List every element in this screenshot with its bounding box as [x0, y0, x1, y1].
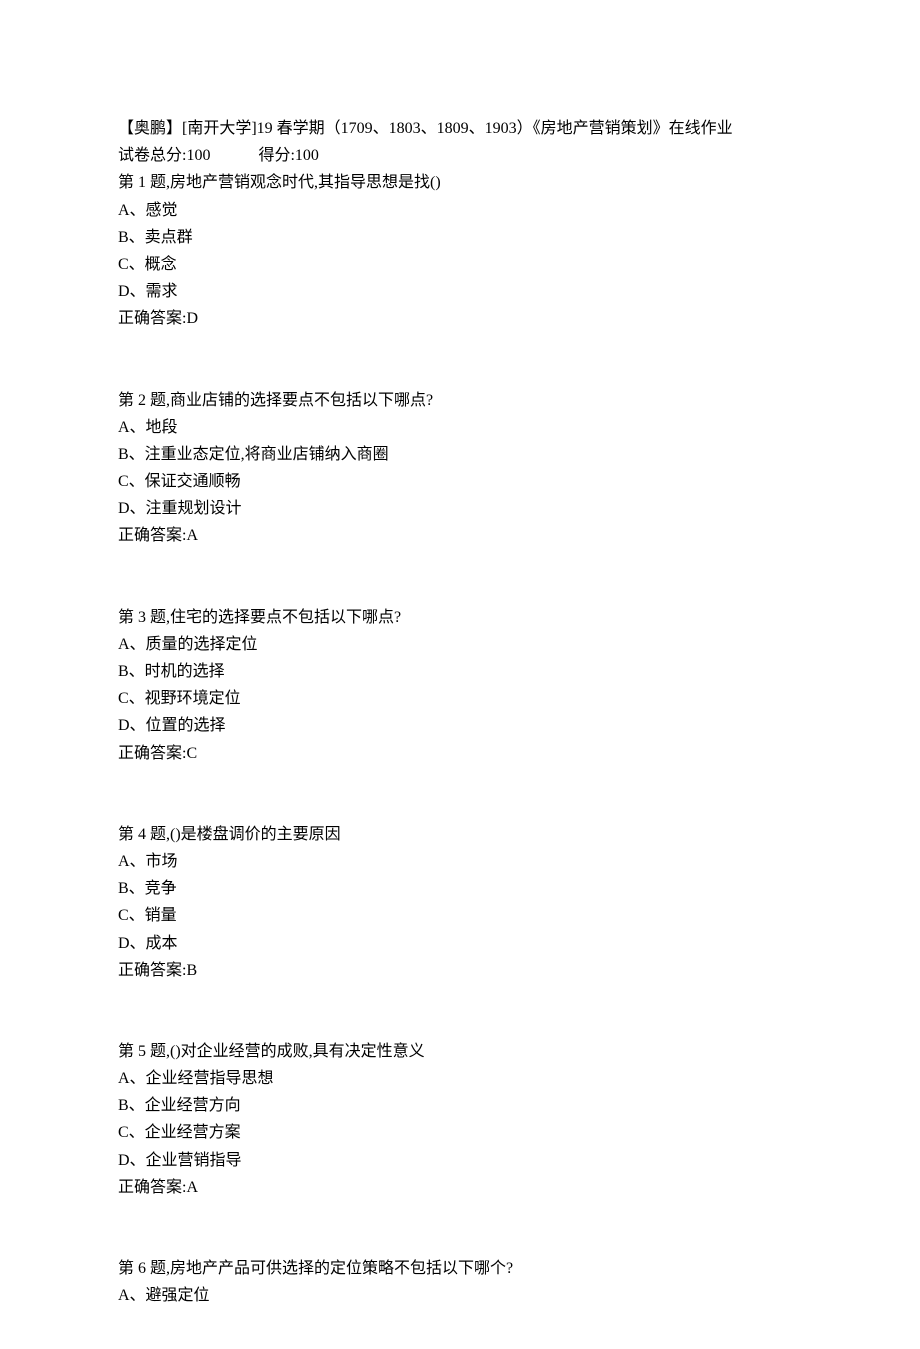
question-option: A、市场	[118, 848, 802, 875]
question-answer: 正确答案:A	[118, 522, 802, 549]
question-option: D、需求	[118, 278, 802, 305]
total-score: 试卷总分:100	[118, 147, 210, 164]
earned-score: 得分:100	[258, 147, 318, 164]
question-5: 第 5 题,()对企业经营的成败,具有决定性意义 A、企业经营指导思想 B、企业…	[118, 1038, 802, 1201]
question-option: D、位置的选择	[118, 712, 802, 739]
question-option: C、视野环境定位	[118, 685, 802, 712]
question-stem: 第 5 题,()对企业经营的成败,具有决定性意义	[118, 1038, 802, 1065]
question-option: C、企业经营方案	[118, 1119, 802, 1146]
question-6: 第 6 题,房地产产品可供选择的定位策略不包括以下哪个? A、避强定位	[118, 1255, 802, 1309]
question-option: C、概念	[118, 251, 802, 278]
question-1: 第 1 题,房地产营销观念时代,其指导思想是找() A、感觉 B、卖点群 C、概…	[118, 169, 802, 332]
score-line: 试卷总分:100 得分:100	[118, 142, 802, 169]
question-option: A、感觉	[118, 197, 802, 224]
question-option: B、竞争	[118, 875, 802, 902]
question-option: A、地段	[118, 414, 802, 441]
document-title: 【奥鹏】[南开大学]19 春学期（1709、1803、1809、1903）《房地…	[118, 115, 802, 142]
question-answer: 正确答案:D	[118, 305, 802, 332]
question-2: 第 2 题,商业店铺的选择要点不包括以下哪点? A、地段 B、注重业态定位,将商…	[118, 387, 802, 550]
question-stem: 第 3 题,住宅的选择要点不包括以下哪点?	[118, 604, 802, 631]
question-3: 第 3 题,住宅的选择要点不包括以下哪点? A、质量的选择定位 B、时机的选择 …	[118, 604, 802, 767]
question-option: D、企业营销指导	[118, 1147, 802, 1174]
question-stem: 第 4 题,()是楼盘调价的主要原因	[118, 821, 802, 848]
question-option: B、卖点群	[118, 224, 802, 251]
question-answer: 正确答案:A	[118, 1174, 802, 1201]
question-option: B、企业经营方向	[118, 1092, 802, 1119]
question-option: C、保证交通顺畅	[118, 468, 802, 495]
question-option: B、时机的选择	[118, 658, 802, 685]
question-stem: 第 1 题,房地产营销观念时代,其指导思想是找()	[118, 169, 802, 196]
question-stem: 第 6 题,房地产产品可供选择的定位策略不包括以下哪个?	[118, 1255, 802, 1282]
question-stem: 第 2 题,商业店铺的选择要点不包括以下哪点?	[118, 387, 802, 414]
question-option: A、企业经营指导思想	[118, 1065, 802, 1092]
question-option: A、质量的选择定位	[118, 631, 802, 658]
question-answer: 正确答案:B	[118, 957, 802, 984]
question-option: A、避强定位	[118, 1282, 802, 1309]
question-option: C、销量	[118, 902, 802, 929]
question-option: D、注重规划设计	[118, 495, 802, 522]
question-4: 第 4 题,()是楼盘调价的主要原因 A、市场 B、竞争 C、销量 D、成本 正…	[118, 821, 802, 984]
question-answer: 正确答案:C	[118, 740, 802, 767]
question-option: B、注重业态定位,将商业店铺纳入商圈	[118, 441, 802, 468]
question-option: D、成本	[118, 930, 802, 957]
